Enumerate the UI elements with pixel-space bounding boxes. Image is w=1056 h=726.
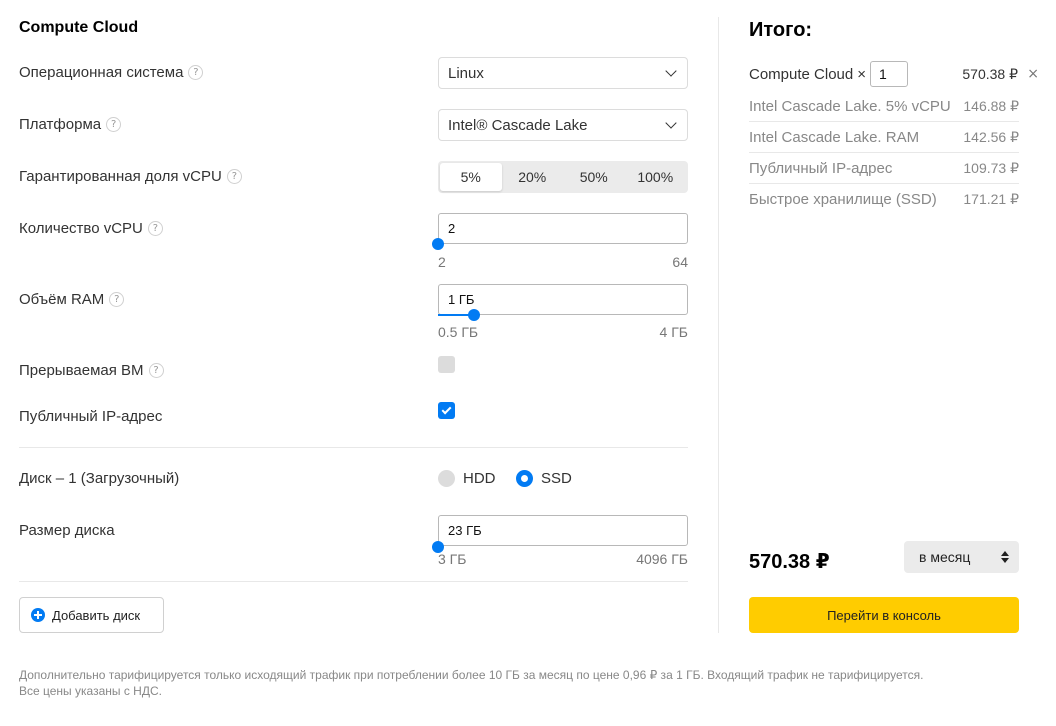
footnote-line: Все цены указаны с НДС. [19, 684, 162, 698]
vcpu-share-option-100[interactable]: 100% [625, 163, 687, 191]
disk-size-input[interactable]: 23 ГБ [438, 515, 688, 546]
summary-item-price: 146.88 ₽ [963, 97, 1019, 114]
slider-thumb[interactable] [468, 309, 480, 321]
help-icon[interactable]: ? [106, 117, 122, 132]
disk-size-label-text: Размер диска [19, 522, 115, 539]
summary-item: Intel Cascade Lake. RAM 142.56 ₽ [749, 122, 1019, 153]
disk-hdd-radio[interactable] [438, 470, 455, 487]
preemptible-label-text: Прерываемая ВМ [19, 362, 144, 379]
help-icon[interactable]: ? [148, 363, 164, 378]
total-price: 570.38 ₽ [749, 551, 830, 573]
section-title: Compute Cloud [19, 19, 139, 36]
vcpu-share-label: Гарантированная доля vCPU ? [19, 168, 242, 185]
help-icon[interactable]: ? [147, 221, 163, 236]
footnote: Дополнительно тарифицируется только исхо… [19, 667, 1029, 699]
plus-circle-icon [31, 608, 45, 622]
os-label: Операционная система ? [19, 64, 204, 81]
vcpu-count-label: Количество vCPU ? [19, 220, 163, 237]
summary-product-price: 570.38 ₽ [962, 65, 1018, 82]
column-divider [718, 17, 719, 633]
vcpu-share-segmented: 5% 20% 50% 100% [438, 161, 688, 193]
disk-ssd-radio[interactable] [516, 470, 533, 487]
preemptible-checkbox[interactable] [438, 356, 455, 373]
vcpu-share-option-5[interactable]: 5% [440, 163, 502, 191]
summary-item-name: Публичный IP-адрес [749, 159, 893, 177]
sort-arrows-icon [1001, 551, 1009, 563]
platform-label-text: Платформа [19, 116, 102, 133]
help-icon[interactable]: ? [226, 169, 242, 184]
summary-item-name: Intel Cascade Lake. RAM [749, 128, 920, 146]
divider [19, 581, 688, 582]
summary-item-price: 171.21 ₽ [963, 191, 1019, 207]
os-select[interactable]: Linux [438, 57, 688, 89]
multiply-sign: × [857, 65, 866, 83]
os-select-value: Linux [448, 64, 484, 82]
summary-item-price: 109.73 ₽ [963, 159, 1019, 176]
disk-size-max: 4096 ГБ [636, 551, 688, 567]
public-ip-label: Публичный IP-адрес [19, 408, 162, 425]
checkmark-icon [441, 404, 452, 415]
period-select[interactable]: в месяц [904, 541, 1019, 573]
summary-item-name: Intel Cascade Lake. 5% vCPU [749, 97, 951, 115]
disk-hdd-label[interactable]: HDD [463, 470, 496, 487]
ram-slider[interactable] [438, 309, 688, 321]
summary-items-list: Intel Cascade Lake. 5% vCPU 146.88 ₽ Int… [749, 91, 1019, 215]
summary-product-name: Compute Cloud [749, 65, 854, 83]
disk-size-label: Размер диска [19, 522, 115, 539]
vcpu-count-min: 2 [438, 254, 446, 270]
add-disk-button[interactable]: Добавить диск [19, 597, 164, 633]
summary-item-name: Быстрое хранилище (SSD) [749, 191, 937, 208]
disk-label: Диск – 1 (Загрузочный) [19, 470, 179, 487]
disk-label-text: Диск – 1 (Загрузочный) [19, 470, 180, 487]
summary-item: Быстрое хранилище (SSD) 171.21 ₽ [749, 184, 1019, 215]
ram-max: 4 ГБ [659, 324, 688, 340]
ram-label-text: Объём RAM [19, 291, 105, 308]
vcpu-share-option-20[interactable]: 20% [502, 163, 564, 191]
vcpu-count-label-text: Количество vCPU [19, 220, 143, 237]
go-to-console-button[interactable]: Перейти в консоль [749, 597, 1019, 633]
platform-select-value: Intel® Cascade Lake [448, 116, 588, 134]
disk-size-min: 3 ГБ [438, 551, 467, 567]
vcpu-count-max: 64 [672, 254, 688, 270]
help-icon[interactable]: ? [109, 292, 125, 307]
period-select-value: в месяц [919, 549, 971, 565]
summary-title: Итого: [749, 19, 813, 41]
divider [19, 447, 688, 448]
vcpu-share-label-text: Гарантированная доля vCPU [19, 168, 222, 185]
platform-label: Платформа ? [19, 116, 122, 133]
summary-item: Публичный IP-адрес 109.73 ₽ [749, 153, 1019, 184]
chevron-down-icon [665, 116, 677, 129]
summary-item-price: 142.56 ₽ [963, 128, 1019, 145]
summary-product-row: Compute Cloud × 1 570.38 ₽ × [749, 60, 1039, 88]
preemptible-label: Прерываемая ВМ ? [19, 362, 164, 379]
chevron-down-icon [665, 64, 677, 77]
platform-select[interactable]: Intel® Cascade Lake [438, 109, 688, 141]
disk-ssd-label[interactable]: SSD [541, 470, 572, 487]
help-icon[interactable]: ? [188, 65, 204, 80]
slider-thumb[interactable] [432, 238, 444, 250]
os-label-text: Операционная система [19, 64, 184, 81]
ram-label: Объём RAM ? [19, 291, 125, 308]
footnote-line: Дополнительно тарифицируется только исхо… [19, 668, 924, 682]
vcpu-share-option-50[interactable]: 50% [563, 163, 625, 191]
close-icon[interactable]: × [1027, 66, 1039, 82]
quantity-input[interactable]: 1 [870, 61, 908, 87]
ram-min: 0.5 ГБ [438, 324, 479, 340]
vcpu-count-input[interactable]: 2 [438, 213, 688, 244]
disk-size-slider[interactable] [432, 541, 688, 553]
vcpu-count-slider[interactable] [432, 238, 688, 250]
public-ip-checkbox[interactable] [438, 402, 455, 419]
summary-item: Intel Cascade Lake. 5% vCPU 146.88 ₽ [749, 91, 1019, 122]
add-disk-label: Добавить диск [52, 607, 141, 623]
public-ip-label-text: Публичный IP-адрес [19, 408, 163, 425]
